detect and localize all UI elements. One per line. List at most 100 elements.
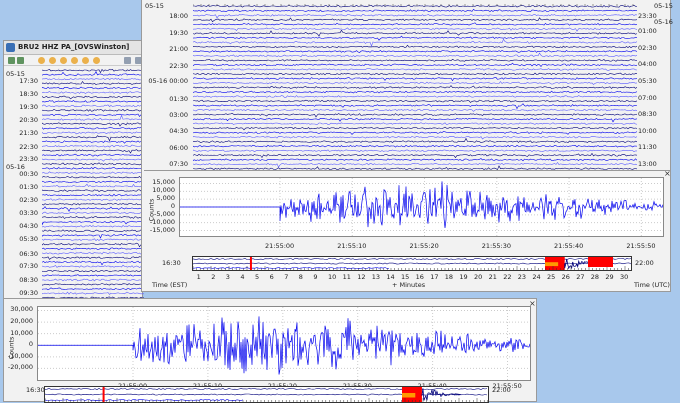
date-label: 05-16 [654,18,673,26]
zoom-plot[interactable] [37,306,531,381]
time-utc-label: Time (UTC) [634,281,670,289]
export-icon[interactable] [8,57,15,64]
x-tick-label: 21:55:00 [265,242,295,250]
overview-trace [193,258,631,260]
helicorder-window-bru2[interactable]: BRU2 HHZ PA_[OVSWinston] 05-15 17:30 18:30… [3,40,153,302]
overview-trace [193,262,631,265]
time-label-right: 07:00 [638,94,657,102]
minute-label: 26 [561,273,570,281]
date-label: 05-16 [6,163,25,171]
zoom-in-icon[interactable] [124,57,131,64]
app-icon [6,43,15,52]
helicorder-window-main[interactable]: 05-15 18:00 19:30 21:00 22:30 05-16 00:00 01:3… [141,0,673,292]
overview-strip[interactable] [192,256,632,271]
minutes-label: + Minutes [392,281,426,289]
event-highlight [588,257,613,267]
y-tick-label: 30,000 [10,305,33,314]
time-label: 19:30 [19,103,38,111]
settings-icon[interactable] [93,57,100,64]
minute-label: 12 [357,273,366,281]
y-tick-label: 0 [170,202,175,210]
window-titlebar[interactable]: BRU2 HHZ PA_[OVSWinston] [4,41,142,55]
y-tick-label: 20,000 [10,317,33,326]
x-tick-label: 21:55:50 [626,242,656,250]
rewind-icon[interactable] [38,57,45,64]
compress-icon[interactable] [60,57,67,64]
minute-label: 21 [488,273,497,281]
minute-label: 20 [474,273,483,281]
minute-label: 15 [401,273,410,281]
time-label-right: 02:30 [638,44,657,52]
time-label-right: 05:30 [638,77,657,85]
helicorder-traces[interactable] [193,4,637,171]
x-tick-label: 21:55:30 [481,242,511,250]
y-tick-label: 10,000 [152,186,175,195]
minute-label: 19 [459,273,468,281]
event-highlight [402,393,416,398]
time-label: 04:30 [19,222,38,230]
y-tick-label: 10,000 [10,328,33,337]
minute-label: 27 [576,273,585,281]
y-tick-label: -15,000 [149,225,175,234]
time-label: 23:30 [19,155,38,163]
time-label: 07:30 [19,262,38,270]
time-label-left: 21:00 [169,45,188,53]
overview-trace [193,267,390,269]
minute-label: 24 [532,273,541,281]
y-tick-label: -10,000 [149,217,175,226]
forward-icon[interactable] [49,57,56,64]
time-label-left: 18:00 [169,12,188,20]
minute-label: 4 [240,273,245,281]
mini-right-time: 22:00 [635,259,654,267]
helicorder-traces[interactable] [42,68,144,300]
time-label-left: 19:30 [169,29,188,37]
minute-label: 30 [620,273,629,281]
time-est-label: Time (EST) [152,281,188,289]
minute-label: 1 [196,273,201,281]
minute-label: 6 [269,273,274,281]
time-label-left: 03:00 [169,111,188,119]
close-zoom-button[interactable]: × [664,169,671,178]
date-label: 05-15 [145,2,164,10]
copy-icon[interactable] [17,57,24,64]
time-label-left: 07:30 [169,160,188,168]
gear-icon[interactable] [71,57,78,64]
y-tick-label: 0 [28,340,33,349]
y-tick-label: -20,000 [7,363,33,372]
zoom-plot[interactable] [179,177,664,237]
event-highlight [545,262,559,267]
minute-label: 23 [517,273,527,281]
scale-icon[interactable] [82,57,89,64]
marker [249,257,252,270]
overview-strip[interactable] [44,386,489,403]
minute-label: 9 [313,273,318,281]
minute-label: 3 [225,273,230,281]
x-tick-label: 21:55:20 [409,242,439,250]
minute-label: 5 [255,273,260,281]
time-label: 08:30 [19,276,38,284]
time-label: 03:30 [19,209,38,217]
minute-label: 14 [386,273,395,281]
minute-label: 16 [415,273,424,281]
time-label-right: 11:30 [638,143,657,151]
time-label: 20:30 [19,116,38,124]
y-tick-label: 15,000 [152,178,175,187]
time-label: 17:30 [19,77,38,85]
zoom-window-bottom[interactable]: × Counts 30,000 20,000 10,000 0 -10,000 -20,0… [3,298,537,403]
time-label-right: 13:00 [638,160,657,168]
time-label-left: 04:30 [169,127,188,135]
time-label: 00:30 [19,170,38,178]
minute-label: 28 [590,273,600,281]
y-tick-label: -10,000 [7,351,33,360]
date-label: 05-15 [654,2,673,10]
minute-label: 25 [547,273,556,281]
time-label: 02:30 [19,196,38,204]
minute-label: 10 [328,273,337,281]
minute-label: 7 [284,273,289,281]
time-label-left: 22:30 [169,62,188,70]
time-label-left: 06:00 [169,144,188,152]
time-label-right: 10:00 [638,127,657,135]
mini-left-time: 16:30 [162,259,181,267]
x-tick-label: 21:55:10 [337,242,367,250]
time-label-left: 05-16 00:00 [148,77,188,85]
